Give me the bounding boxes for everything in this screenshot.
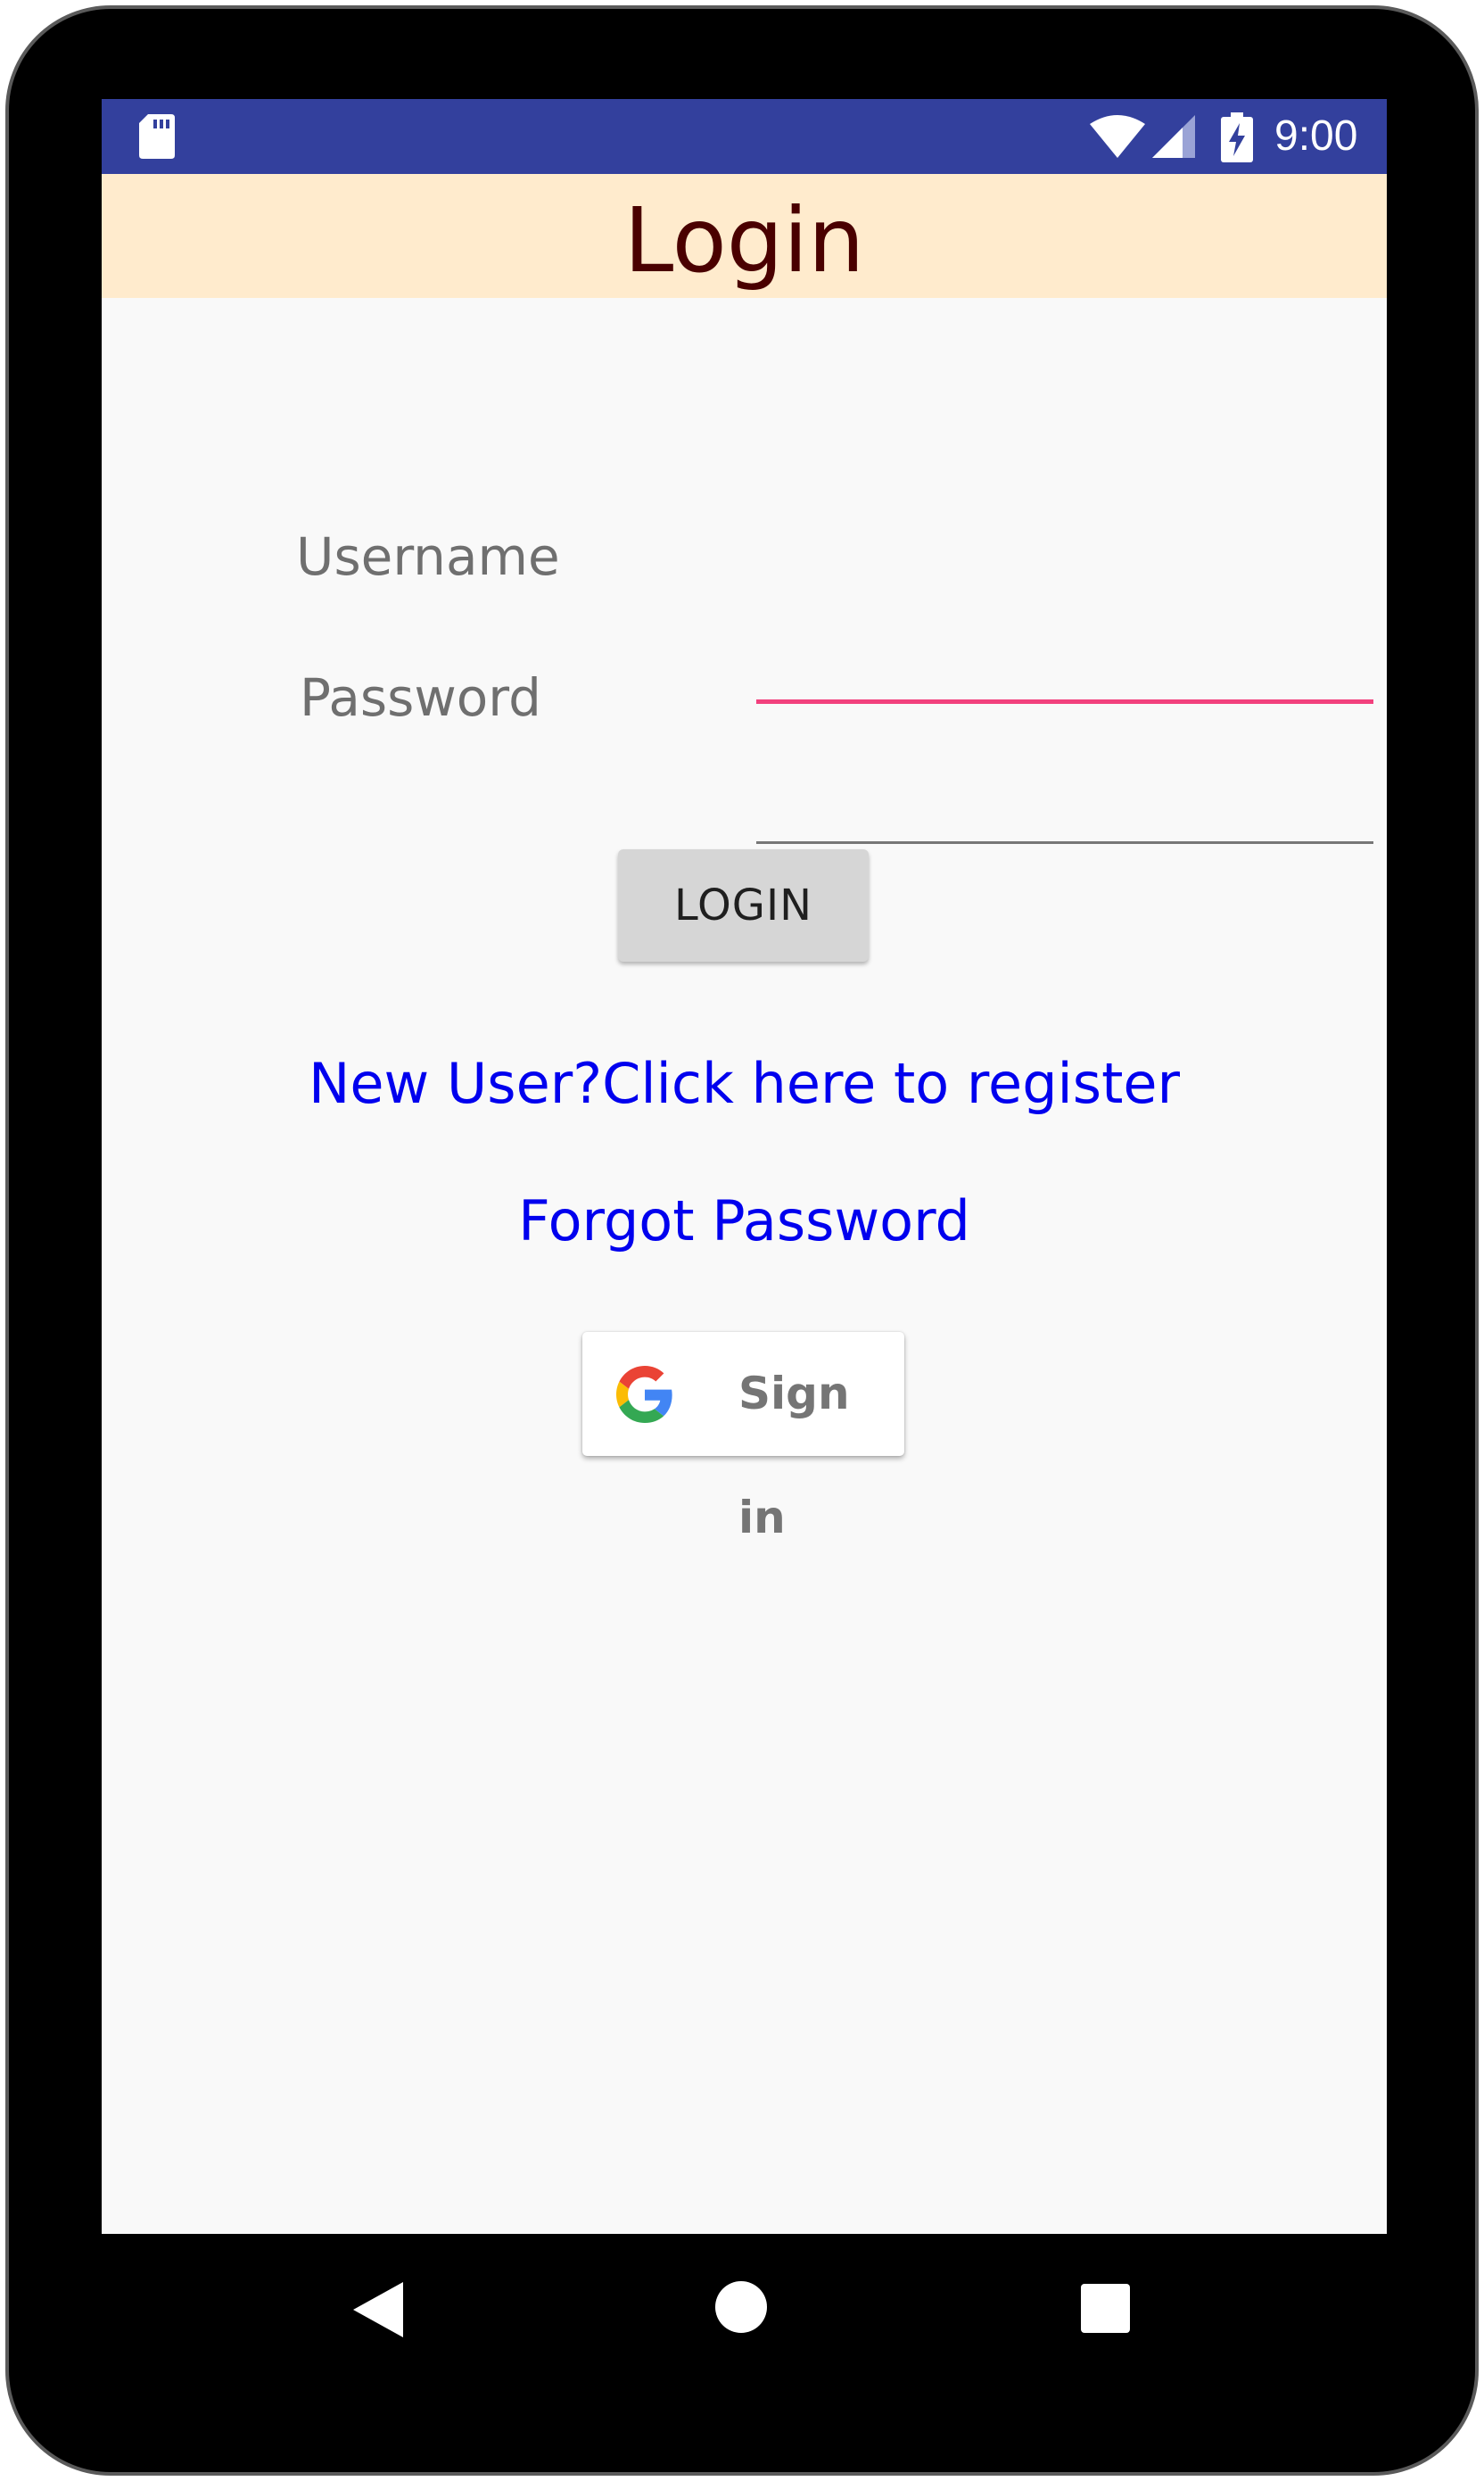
- forgot-password-link[interactable]: Forgot Password: [102, 1186, 1387, 1257]
- register-link[interactable]: New User?Click here to register: [102, 1048, 1387, 1120]
- login-button[interactable]: LOGIN: [618, 849, 869, 962]
- recent-apps-icon[interactable]: [1081, 2284, 1130, 2333]
- app-title-bar: Login: [102, 174, 1387, 298]
- battery-charging-icon: [1221, 112, 1253, 162]
- status-bar: 9:00: [102, 99, 1387, 174]
- back-icon[interactable]: [353, 2282, 403, 2337]
- password-input[interactable]: [756, 767, 1373, 844]
- wifi-icon: [1090, 115, 1145, 158]
- home-icon[interactable]: [715, 2281, 767, 2333]
- google-logo-icon: [616, 1366, 672, 1423]
- password-label: Password: [300, 667, 541, 728]
- page-title: Login: [623, 188, 865, 293]
- status-clock: 9:00: [1274, 112, 1358, 160]
- navigation-bar: [102, 2234, 1387, 2384]
- google-sign-in-button[interactable]: Sign in: [582, 1332, 904, 1543]
- google-sign-in-label: Sign in: [738, 1368, 850, 1543]
- sd-card-icon: [139, 114, 175, 159]
- username-input[interactable]: [756, 625, 1373, 704]
- username-label: Username: [296, 526, 560, 587]
- signal-icon: [1152, 115, 1195, 158]
- app-screen: 9:00 Login Username Password LOGIN New U…: [102, 99, 1387, 2234]
